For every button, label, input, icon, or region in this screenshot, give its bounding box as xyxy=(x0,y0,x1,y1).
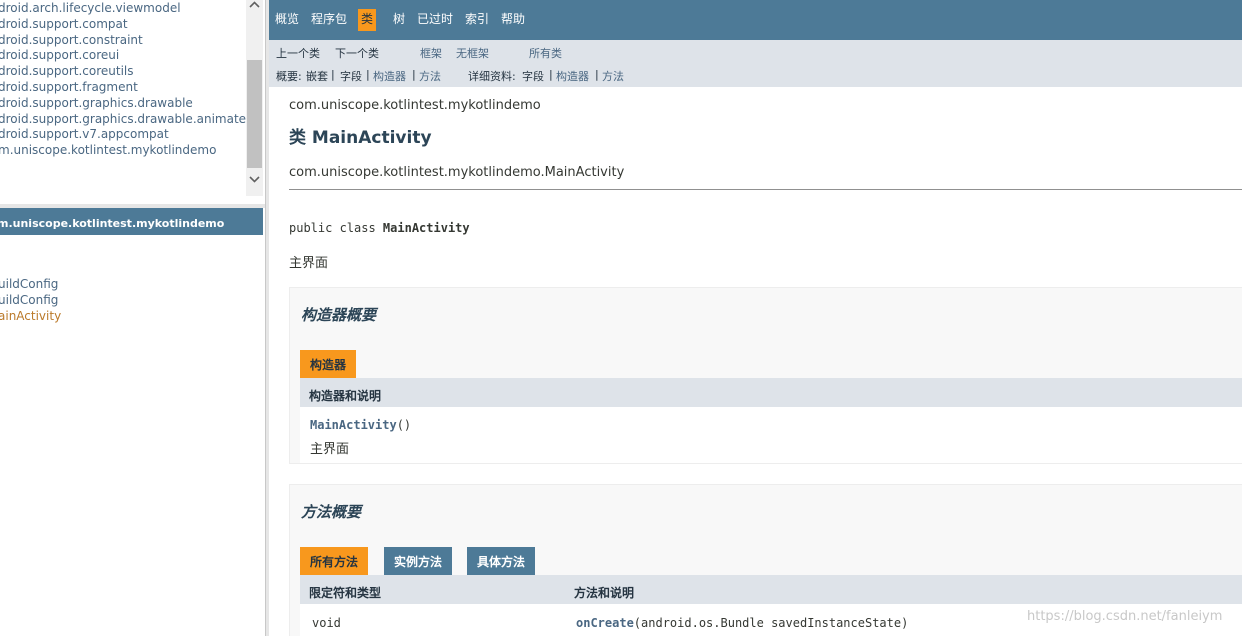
summary-nested: 嵌套 xyxy=(306,70,328,83)
nav-help[interactable]: 帮助 xyxy=(498,9,528,31)
nav-tree[interactable]: 树 xyxy=(390,9,408,31)
scrollbar-thumb[interactable] xyxy=(247,60,262,168)
method-link[interactable]: onCreate xyxy=(576,616,634,630)
nav-deprecated[interactable]: 已过时 xyxy=(414,9,456,31)
package-frame-title-text[interactable]: m.uniscope.kotlintest.mykotlindemo xyxy=(0,217,224,230)
all-classes-link[interactable]: 所有类 xyxy=(529,45,562,61)
no-frames-link[interactable]: 无框架 xyxy=(456,45,489,61)
tab-all-methods[interactable]: 所有方法 xyxy=(300,547,369,575)
column-header-modifier: 限定符和类型 xyxy=(309,586,382,600)
class-signature: public class MainActivity xyxy=(289,221,470,235)
method-table-header: 限定符和类型 方法和说明 xyxy=(300,575,1242,604)
separator: | xyxy=(595,68,599,81)
package-name: com.uniscope.kotlintest.mykotlindemo xyxy=(289,98,541,113)
package-link[interactable]: droid.support.coreutils xyxy=(0,64,246,80)
constructor-summary-heading: 构造器概要 xyxy=(301,306,377,324)
method-signature: onCreate(android.os.Bundle savedInstance… xyxy=(576,616,908,630)
package-link[interactable]: droid.support.v7.appcompat xyxy=(0,127,246,143)
constructor-params: () xyxy=(396,418,412,432)
class-list: uildConfig uildConfig ainActivity xyxy=(0,276,263,324)
divider xyxy=(289,189,1242,190)
prev-class-link: 上一个类 xyxy=(276,47,320,60)
separator: | xyxy=(366,68,370,81)
table-row: MainActivity() 主界面 xyxy=(300,407,1242,463)
constructor-signature: MainActivity() xyxy=(310,418,411,432)
package-link[interactable]: droid.support.graphics.drawable.animated xyxy=(0,112,246,128)
constructor-link[interactable]: MainActivity xyxy=(310,418,397,432)
package-link[interactable]: droid.arch.lifecycle.viewmodel xyxy=(0,1,246,17)
package-link[interactable]: droid.support.constraint xyxy=(0,33,246,49)
separator: | xyxy=(412,68,416,81)
constructor-summary: 构造器概要 构造器 构造器和说明 MainActivity() 主界面 xyxy=(289,287,1242,464)
summary-method-link[interactable]: 方法 xyxy=(419,68,441,84)
package-list-frame: droid.arch.lifecycle.viewmodel droid.sup… xyxy=(0,0,246,196)
constructor-description: 主界面 xyxy=(310,442,350,457)
detail-method-link[interactable]: 方法 xyxy=(602,68,624,84)
summary-field: 字段 xyxy=(340,70,362,83)
package-link[interactable]: droid.support.fragment xyxy=(0,80,246,96)
package-link[interactable]: droid.support.compat xyxy=(0,17,246,33)
package-link[interactable]: droid.support.graphics.drawable xyxy=(0,96,246,112)
method-summary-heading: 方法概要 xyxy=(301,503,362,521)
detail-label: 详细资料: xyxy=(468,70,516,83)
watermark: https://blog.csdn.net/fanleiym xyxy=(1027,609,1223,624)
detail-field: 字段 xyxy=(522,70,544,83)
package-frame-title[interactable]: m.uniscope.kotlintest.mykotlindemo xyxy=(0,208,263,235)
separator: | xyxy=(331,68,335,81)
package-list-scrollbar[interactable] xyxy=(246,0,263,196)
chevron-down-icon[interactable] xyxy=(246,172,263,189)
chevron-up-icon[interactable] xyxy=(246,0,263,17)
constructor-table-header: 构造器和说明 xyxy=(300,378,1242,407)
sub-nav-bar: 上一个类 下一个类 框架 无框架 所有类 概要: 嵌套 | 字段 | 构造器 |… xyxy=(269,40,1242,87)
tab-concrete-methods[interactable]: 具体方法 xyxy=(467,547,536,575)
method-modifier: void xyxy=(312,616,341,630)
signature-prefix: public class xyxy=(289,221,383,235)
nav-class-active: 类 xyxy=(358,9,377,31)
summary-constructor-link[interactable]: 构造器 xyxy=(373,68,406,84)
column-header: 构造器和说明 xyxy=(309,389,382,403)
separator: | xyxy=(549,68,553,81)
class-frame: 概览 程序包 类 树 已过时 索引 帮助 上一个类 下一个类 框架 无框架 所有… xyxy=(269,0,1242,636)
package-link[interactable]: droid.support.coreui xyxy=(0,48,246,64)
summary-label: 概要: xyxy=(276,70,302,83)
class-link[interactable]: uildConfig xyxy=(0,276,263,292)
inheritance-tree: com.uniscope.kotlintest.mykotlindemo.Mai… xyxy=(289,165,625,180)
class-description: 主界面 xyxy=(289,256,329,271)
left-frames: droid.arch.lifecycle.viewmodel droid.sup… xyxy=(0,0,265,636)
tab-instance-methods[interactable]: 实例方法 xyxy=(384,547,453,575)
top-nav-bar: 概览 程序包 类 树 已过时 索引 帮助 xyxy=(269,0,1242,40)
page-title: 类 MainActivity xyxy=(289,128,432,148)
nav-index[interactable]: 索引 xyxy=(462,9,492,31)
tab-constructors[interactable]: 构造器 xyxy=(300,350,357,378)
class-link-current[interactable]: ainActivity xyxy=(0,308,263,324)
column-header-method: 方法和说明 xyxy=(574,586,635,600)
nav-overview[interactable]: 概览 xyxy=(272,9,302,31)
signature-class-name: MainActivity xyxy=(382,221,470,235)
class-link[interactable]: uildConfig xyxy=(0,292,263,308)
detail-constructor-link[interactable]: 构造器 xyxy=(556,68,589,84)
method-tab-bar: 所有方法 实例方法 具体方法 xyxy=(290,547,1242,575)
frames-link[interactable]: 框架 xyxy=(420,45,442,61)
package-link[interactable]: m.uniscope.kotlintest.mykotlindemo xyxy=(0,143,246,159)
next-class-link: 下一个类 xyxy=(335,47,379,60)
constructor-tab-bar: 构造器 xyxy=(290,350,1242,378)
nav-package[interactable]: 程序包 xyxy=(308,9,350,31)
method-params: (android.os.Bundle savedInstanceState) xyxy=(633,616,909,630)
